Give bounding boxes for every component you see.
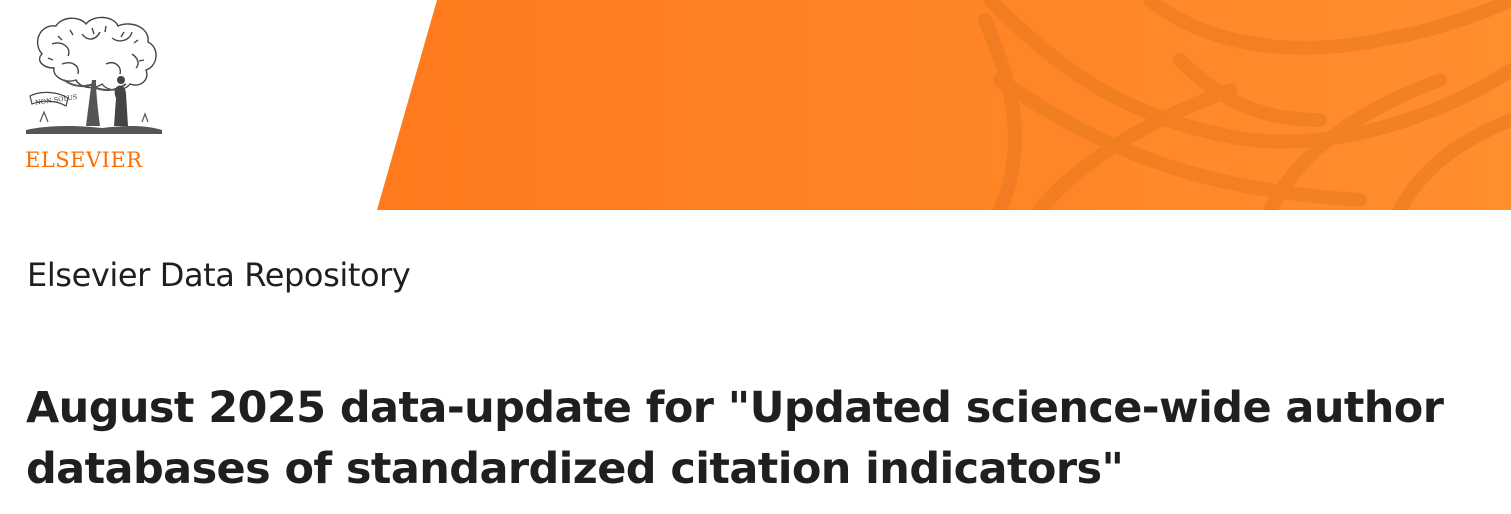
site-header: NON SOLUS ELSEVIER [0, 0, 1511, 210]
elsevier-tree-logo-icon: NON SOLUS [26, 16, 162, 134]
elsevier-wordmark: ELSEVIER [25, 148, 143, 172]
elsevier-logo-link[interactable]: NON SOLUS ELSEVIER [22, 14, 164, 174]
repository-home-link[interactable]: Elsevier Data Repository [27, 255, 411, 295]
dataset-title: August 2025 data-update for "Updated sci… [26, 383, 1444, 494]
header-banner [377, 0, 1511, 210]
